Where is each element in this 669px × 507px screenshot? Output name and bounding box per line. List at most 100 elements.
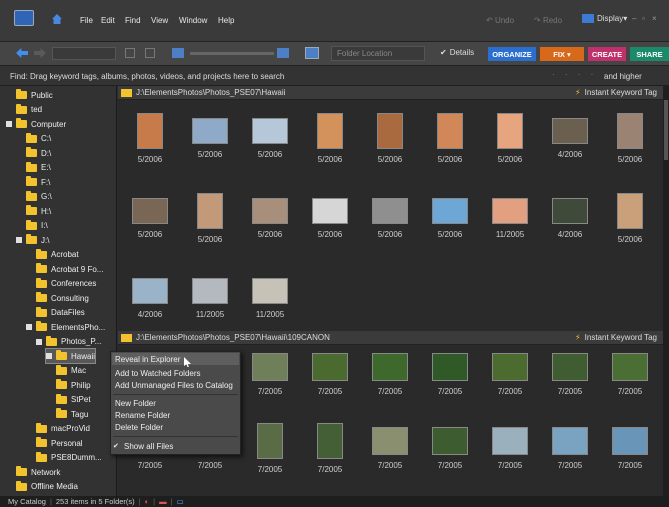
tree-item[interactable]: Mac bbox=[56, 364, 86, 378]
redo-button[interactable]: ↷ Redo bbox=[534, 16, 562, 25]
photo-thumbnail[interactable]: 7/2005 bbox=[302, 423, 358, 474]
thumbnail-size-slider[interactable] bbox=[190, 52, 274, 55]
keyword-tag-icon[interactable]: ⚡ bbox=[575, 333, 581, 342]
photo-thumbnail[interactable]: 7/2005 bbox=[602, 349, 658, 396]
photo-thumbnail[interactable]: 7/2005 bbox=[302, 349, 358, 396]
thumbnail-size-icon[interactable] bbox=[172, 48, 184, 58]
expander-icon[interactable] bbox=[46, 353, 52, 359]
tree-item[interactable]: DataFiles bbox=[36, 306, 85, 320]
home-icon[interactable] bbox=[52, 14, 62, 24]
tree-item[interactable]: Acrobat 9 Fo... bbox=[36, 262, 103, 276]
menu-find[interactable]: Find bbox=[125, 16, 141, 25]
show-all-files-item[interactable]: Show all Files bbox=[115, 442, 173, 451]
display-mode-icon[interactable]: ▭ bbox=[177, 497, 184, 506]
photo-thumbnail[interactable]: 5/2006 bbox=[122, 111, 178, 164]
alert-icon[interactable]: ◐ bbox=[145, 497, 150, 506]
tree-item[interactable]: C:\ bbox=[26, 132, 51, 146]
tree-item[interactable]: Philip bbox=[56, 378, 91, 392]
photo-thumbnail[interactable]: 7/2005 bbox=[482, 349, 538, 396]
photo-thumbnail[interactable]: 5/2006 bbox=[422, 191, 478, 239]
tree-item[interactable]: Hawaii bbox=[44, 348, 97, 364]
tree-item[interactable]: D:\ bbox=[26, 146, 51, 160]
organize-tab[interactable]: ORGANIZE bbox=[488, 47, 536, 61]
menu-window[interactable]: Window bbox=[179, 16, 207, 25]
expander-icon[interactable] bbox=[36, 338, 42, 345]
tree-item[interactable]: E:\ bbox=[26, 161, 51, 175]
photo-thumbnail[interactable]: 7/2005 bbox=[362, 349, 418, 396]
tree-item[interactable]: G:\ bbox=[26, 190, 52, 204]
rating-stars[interactable]: · · · · · bbox=[552, 70, 610, 79]
menu-file[interactable]: File bbox=[80, 16, 93, 25]
photo-thumbnail[interactable]: 11/2005 bbox=[182, 271, 238, 319]
find-bar[interactable]: Find: Drag keyword tags, albums, photos,… bbox=[0, 66, 669, 86]
undo-button[interactable]: ↶ Undo bbox=[486, 16, 514, 25]
share-tab[interactable]: SHARE bbox=[630, 47, 669, 61]
grid-view-icon[interactable] bbox=[125, 48, 135, 58]
create-tab[interactable]: CREATE bbox=[588, 47, 626, 61]
rename-folder-item[interactable]: Rename Folder bbox=[115, 411, 170, 420]
monitor-icon[interactable] bbox=[305, 47, 319, 59]
expander-icon[interactable] bbox=[16, 237, 22, 243]
filter-icon[interactable]: ▬ bbox=[159, 497, 167, 506]
menu-help[interactable]: Help bbox=[218, 16, 234, 25]
menu-view[interactable]: View bbox=[151, 16, 168, 25]
reveal-in-explorer-item[interactable]: Reveal in Explorer bbox=[115, 355, 180, 364]
tree-item[interactable]: ted bbox=[16, 103, 42, 117]
photo-thumbnail[interactable]: 5/2006 bbox=[122, 191, 178, 239]
photo-thumbnail[interactable]: 7/2005 bbox=[242, 423, 298, 474]
tree-item[interactable]: Offline Media bbox=[16, 480, 78, 494]
tree-item[interactable]: Photos_P... bbox=[36, 335, 101, 349]
photo-thumbnail[interactable]: 5/2006 bbox=[302, 191, 358, 239]
large-thumbnail-icon[interactable] bbox=[277, 48, 289, 58]
photo-thumbnail[interactable]: 7/2005 bbox=[602, 423, 658, 470]
photo-thumbnail[interactable]: 5/2006 bbox=[482, 111, 538, 164]
instant-keyword-tag-button[interactable]: Instant Keyword Tag bbox=[585, 333, 657, 342]
photo-thumbnail[interactable]: 5/2006 bbox=[302, 111, 358, 164]
tree-item[interactable]: Network bbox=[16, 465, 60, 479]
photo-thumbnail[interactable]: 5/2006 bbox=[242, 111, 298, 159]
photo-thumbnail[interactable]: 11/2005 bbox=[242, 271, 298, 319]
vertical-scrollbar[interactable] bbox=[663, 86, 669, 496]
app-logo-icon[interactable] bbox=[14, 10, 34, 26]
photo-thumbnail[interactable]: 4/2006 bbox=[542, 111, 598, 159]
restore-button[interactable]: ▫ bbox=[642, 14, 645, 23]
instant-keyword-tag-button[interactable]: Instant Keyword Tag bbox=[585, 88, 657, 97]
tree-item[interactable]: Public bbox=[16, 88, 53, 102]
tree-item[interactable]: F:\ bbox=[26, 175, 50, 189]
photo-thumbnail[interactable]: 7/2005 bbox=[362, 423, 418, 470]
photo-thumbnail[interactable]: 4/2006 bbox=[122, 271, 178, 319]
details-checkbox[interactable]: ✔ Details bbox=[440, 48, 474, 57]
photo-thumbnail[interactable]: 7/2005 bbox=[542, 423, 598, 470]
photo-thumbnail[interactable]: 5/2006 bbox=[182, 111, 238, 159]
search-field[interactable] bbox=[52, 47, 116, 60]
list-view-icon[interactable] bbox=[145, 48, 155, 58]
tree-item[interactable]: Tagu bbox=[56, 407, 88, 421]
minimize-button[interactable]: – bbox=[632, 14, 636, 23]
photo-thumbnail[interactable]: 7/2005 bbox=[242, 349, 298, 396]
photo-thumbnail[interactable]: 5/2006 bbox=[362, 111, 418, 164]
delete-folder-item[interactable]: Delete Folder bbox=[115, 423, 163, 432]
expander-icon[interactable] bbox=[6, 121, 12, 127]
photo-thumbnail[interactable]: 5/2006 bbox=[422, 111, 478, 164]
rating-filter-label[interactable]: and higher bbox=[604, 72, 642, 81]
photo-thumbnail[interactable]: 7/2005 bbox=[542, 349, 598, 396]
close-button[interactable]: × bbox=[652, 14, 657, 23]
tree-item[interactable]: Computer bbox=[6, 117, 66, 131]
tree-item[interactable]: Consulting bbox=[36, 291, 89, 305]
tree-item[interactable]: Personal bbox=[36, 436, 83, 450]
photo-thumbnail[interactable]: 5/2006 bbox=[242, 191, 298, 239]
tree-item[interactable]: H:\ bbox=[26, 204, 51, 218]
photo-thumbnail[interactable]: 5/2006 bbox=[602, 111, 658, 164]
tree-item[interactable]: StPet bbox=[56, 393, 91, 407]
photo-thumbnail[interactable]: 4/2006 bbox=[542, 191, 598, 239]
add-watched-folders-item[interactable]: Add to Watched Folders bbox=[115, 369, 201, 378]
new-folder-item[interactable]: New Folder bbox=[115, 399, 156, 408]
tree-item[interactable]: Acrobat bbox=[36, 248, 79, 262]
photo-thumbnail[interactable]: 7/2005 bbox=[422, 349, 478, 396]
tree-item[interactable]: I:\ bbox=[26, 219, 48, 233]
photo-thumbnail[interactable]: 7/2005 bbox=[422, 423, 478, 470]
display-button[interactable]: Display ▾ bbox=[582, 14, 627, 23]
photo-thumbnail[interactable]: 7/2005 bbox=[482, 423, 538, 470]
keyword-tag-icon[interactable]: ⚡ bbox=[575, 88, 581, 97]
forward-arrow-icon[interactable] bbox=[34, 48, 46, 58]
